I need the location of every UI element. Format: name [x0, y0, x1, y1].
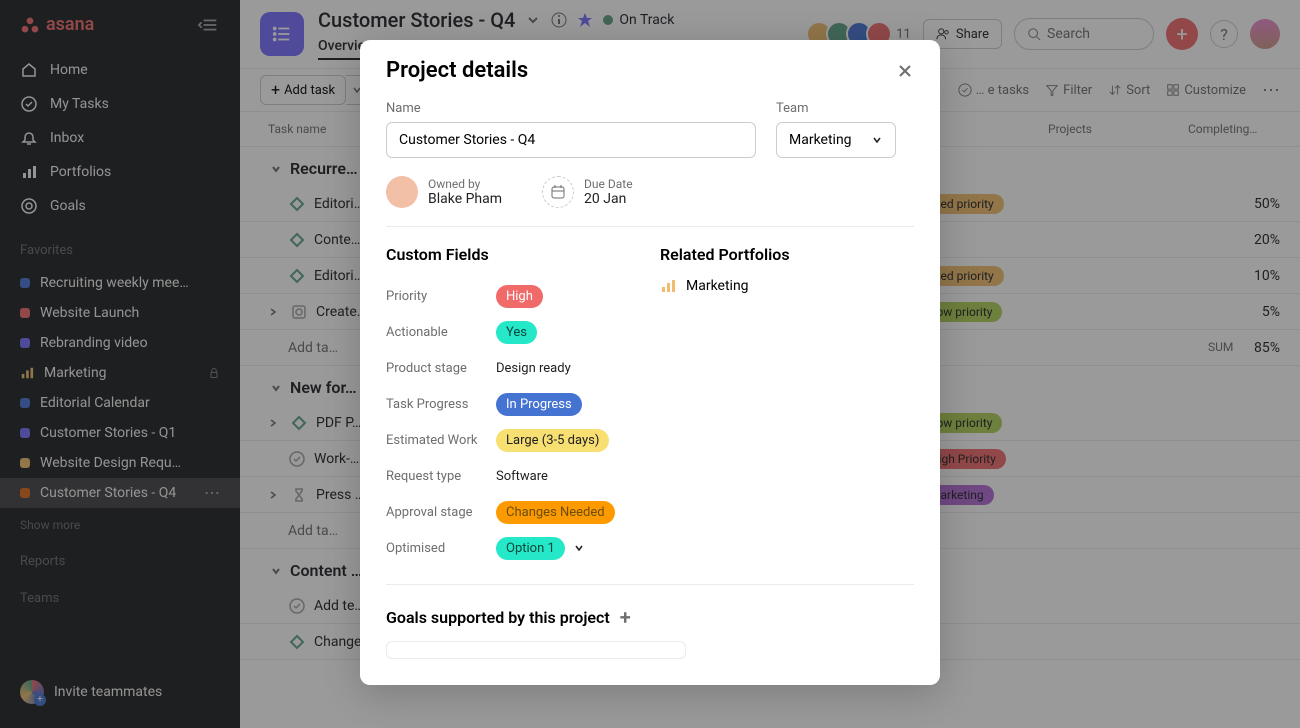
custom-field-row[interactable]: Task ProgressIn Progress: [386, 386, 640, 422]
related-portfolios-heading: Related Portfolios: [660, 245, 914, 264]
close-icon[interactable]: [896, 62, 914, 80]
custom-field-row[interactable]: ActionableYes: [386, 314, 640, 350]
custom-field-label: Estimated Work: [386, 433, 496, 448]
custom-field-pill: In Progress: [496, 393, 582, 416]
bars-icon: [660, 278, 676, 294]
chevron-down-icon: [871, 134, 883, 146]
related-portfolio-item[interactable]: Marketing: [660, 278, 914, 294]
custom-field-row[interactable]: OptimisedOption 1: [386, 530, 640, 566]
custom-field-label: Optimised: [386, 541, 496, 556]
team-value: Marketing: [789, 132, 852, 148]
modal-title: Project details: [386, 58, 528, 83]
goals-heading: Goals supported by this project: [386, 608, 610, 627]
custom-field-pill: Yes: [496, 321, 537, 344]
custom-field-value: Design ready: [496, 361, 571, 376]
add-goal-button[interactable]: +: [620, 605, 631, 629]
owned-by-label: Owned by: [428, 177, 502, 191]
custom-field-label: Product stage: [386, 361, 496, 376]
custom-field-row[interactable]: Request typeSoftware: [386, 458, 640, 494]
related-portfolio-label: Marketing: [686, 278, 749, 294]
team-label: Team: [776, 101, 896, 116]
custom-field-label: Actionable: [386, 325, 496, 340]
goals-placeholder: [386, 641, 686, 659]
custom-field-label: Task Progress: [386, 397, 496, 412]
project-details-modal: Project details Name Team Marketing Owne…: [360, 40, 940, 685]
custom-field-row[interactable]: PriorityHigh: [386, 278, 640, 314]
owner-field[interactable]: Owned by Blake Pham: [386, 176, 502, 208]
custom-field-label: Approval stage: [386, 505, 496, 520]
custom-field-value: Software: [496, 469, 548, 484]
custom-fields-heading: Custom Fields: [386, 245, 640, 264]
custom-field-pill: Large (3-5 days): [496, 429, 609, 452]
due-date-label: Due Date: [584, 177, 633, 191]
custom-field-pill: Option 1: [496, 537, 565, 560]
chevron-down-icon[interactable]: [573, 542, 585, 554]
custom-field-label: Request type: [386, 469, 496, 484]
project-name-input[interactable]: [386, 122, 756, 158]
calendar-icon: [542, 176, 574, 208]
owner-name: Blake Pham: [428, 191, 502, 207]
custom-field-pill: Changes Needed: [496, 501, 615, 524]
custom-field-row[interactable]: Estimated WorkLarge (3-5 days): [386, 422, 640, 458]
custom-field-pill: High: [496, 285, 543, 308]
due-date-field[interactable]: Due Date 20 Jan: [542, 176, 633, 208]
owner-avatar: [386, 176, 418, 208]
due-date-value: 20 Jan: [584, 191, 633, 207]
custom-field-row[interactable]: Approval stageChanges Needed: [386, 494, 640, 530]
custom-field-row[interactable]: Product stageDesign ready: [386, 350, 640, 386]
name-label: Name: [386, 101, 756, 116]
custom-field-label: Priority: [386, 289, 496, 304]
team-select[interactable]: Marketing: [776, 122, 896, 158]
